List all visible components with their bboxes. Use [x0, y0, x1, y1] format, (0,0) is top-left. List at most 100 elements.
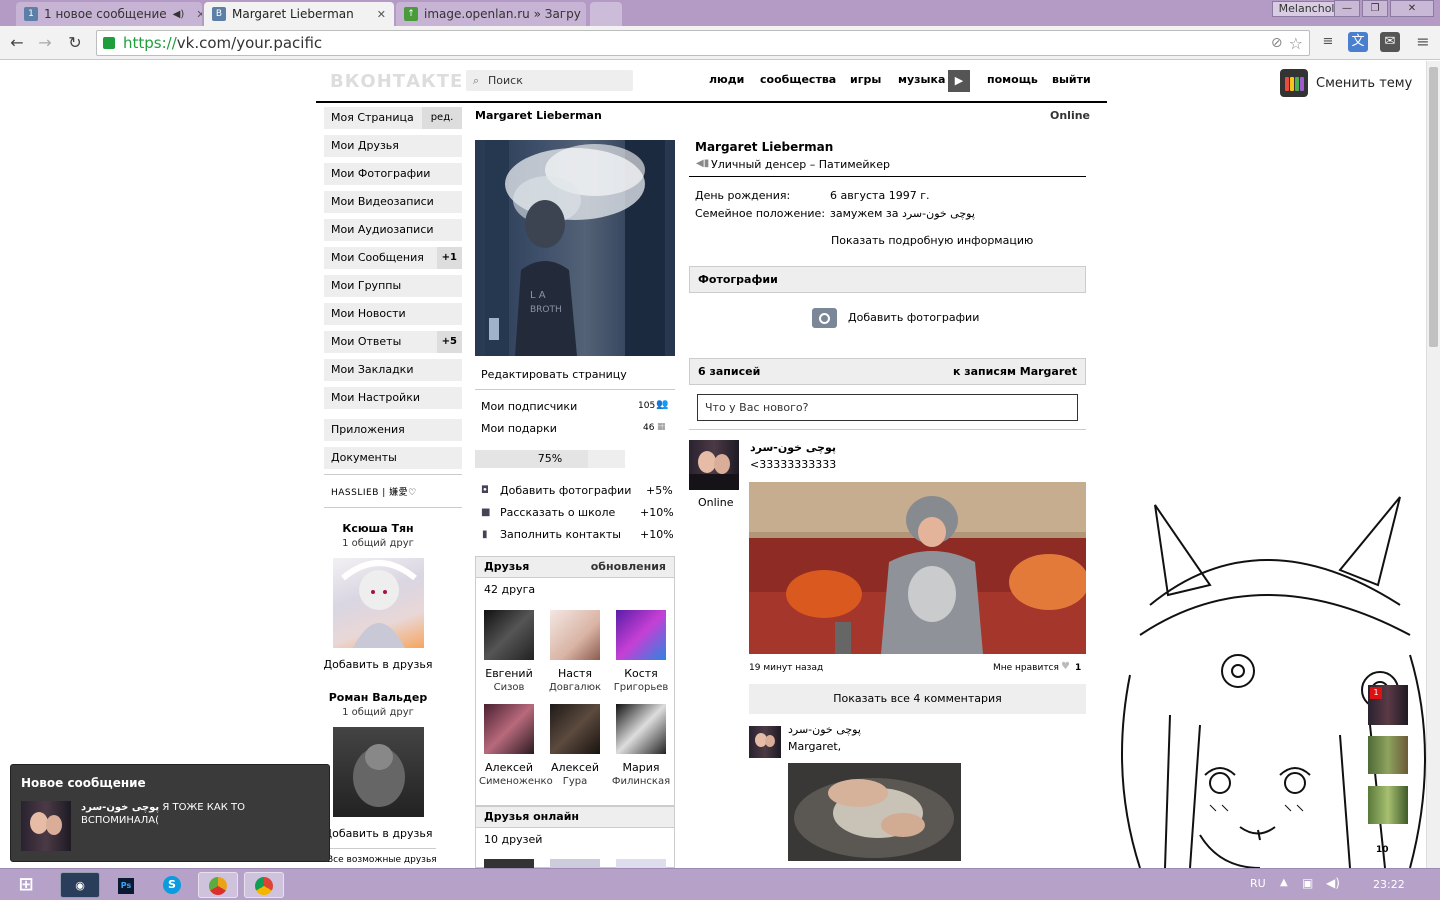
edit-profile-button[interactable]: ред. — [422, 107, 462, 129]
extension-icon[interactable]: ≡ — [1318, 32, 1338, 52]
task-add-photos[interactable]: Добавить фотографии — [500, 484, 631, 497]
toast-avatar[interactable] — [21, 801, 71, 851]
play-icon[interactable]: ▶ — [948, 70, 970, 92]
new-tab-button[interactable] — [590, 2, 622, 26]
left-menu-item[interactable]: Мои Аудиозаписи — [324, 219, 462, 241]
chrome-icon[interactable] — [244, 872, 284, 898]
skype-icon[interactable]: S — [152, 872, 192, 898]
friends-online-header[interactable]: Друзья онлайн — [475, 806, 675, 828]
close-icon[interactable]: ✕ — [196, 8, 202, 21]
tray-arrow-icon[interactable]: ▲ — [1280, 877, 1288, 888]
left-menu-item[interactable]: Мои Друзья — [324, 135, 462, 157]
friend-first-name[interactable]: Костя — [611, 667, 671, 680]
task-school[interactable]: Рассказать о школе — [500, 506, 615, 519]
friend-avatar[interactable] — [616, 704, 666, 754]
photos-title[interactable]: Фотографии — [698, 273, 778, 286]
online-friend-avatar[interactable] — [550, 859, 600, 868]
friend-last-name[interactable]: Гура — [545, 775, 605, 788]
friends-online-title[interactable]: Друзья онлайн — [484, 810, 579, 823]
left-menu-item[interactable]: Мои Новости — [324, 303, 462, 325]
subscribers-link[interactable]: Мои подписчики — [481, 400, 577, 413]
profile-photo[interactable]: L A BROTH — [475, 140, 675, 356]
chat-extension-icon[interactable]: ✉ — [1380, 32, 1400, 52]
left-menu-item[interactable]: Приложения — [324, 419, 462, 441]
friends-online-count[interactable]: 10 друзей — [484, 833, 542, 846]
left-menu-item[interactable]: Мои Сообщения +1 — [324, 247, 462, 269]
search-input[interactable]: ⌕ Поиск — [466, 70, 633, 91]
post-time[interactable]: 19 минут назад — [749, 663, 823, 673]
suggested-mutual[interactable]: 1 общий друг — [323, 707, 433, 718]
friends-updates-link[interactable]: обновления — [591, 557, 666, 577]
suggested-mutual[interactable]: 1 общий друг — [323, 538, 433, 549]
edit-page-link[interactable]: Редактировать страницу — [481, 368, 627, 381]
star-icon[interactable]: ☆ — [1289, 34, 1303, 53]
friend-avatar[interactable] — [616, 610, 666, 660]
chat-avatar[interactable] — [1368, 786, 1408, 824]
tab-profile[interactable]: В Margaret Lieberman ✕ — [204, 2, 394, 26]
toast-author[interactable]: پوچی خون-سرد — [81, 802, 159, 813]
wall-count[interactable]: 6 записей — [698, 365, 760, 378]
tab-openlan[interactable]: ↑ image.openlan.ru » Загру — [396, 2, 586, 26]
add-photos-link[interactable]: Добавить фотографии — [848, 311, 979, 324]
online-friend-avatar[interactable] — [616, 859, 666, 868]
back-icon[interactable]: ← — [6, 32, 28, 54]
page-scrollbar[interactable] — [1426, 61, 1440, 868]
photos-header[interactable]: Фотографии — [689, 266, 1086, 293]
chat-avatar[interactable] — [1368, 736, 1408, 774]
friend-first-name[interactable]: Настя — [545, 667, 605, 680]
left-menu-item[interactable]: Мои Видеозаписи — [324, 191, 462, 213]
friend-avatar[interactable] — [484, 610, 534, 660]
post-author-avatar[interactable] — [689, 440, 739, 490]
nav-communities[interactable]: сообщества — [760, 73, 836, 86]
friends-title[interactable]: Друзья — [484, 560, 529, 573]
scrollbar-thumb[interactable] — [1429, 67, 1438, 347]
nav-people[interactable]: люди — [709, 73, 744, 86]
friend-avatar[interactable] — [484, 704, 534, 754]
tab-messages[interactable]: 1 1 новое сообщение ◀) ✕ — [16, 2, 202, 26]
block-icon[interactable]: ⊘ — [1271, 35, 1283, 51]
show-comments-button[interactable]: Показать все 4 комментария — [749, 684, 1086, 714]
clock[interactable]: 23:22 — [1373, 878, 1405, 891]
maximize-icon[interactable]: ❐ — [1362, 0, 1388, 17]
nav-games[interactable]: игры — [850, 73, 881, 86]
left-menu-item[interactable]: Мои Ответы +5 — [324, 331, 462, 353]
add-friend-link[interactable]: Добавить в друзья — [318, 658, 438, 671]
reload-icon[interactable]: ↻ — [64, 32, 86, 54]
network-icon[interactable]: ▣ — [1302, 876, 1313, 890]
suggested-avatar[interactable] — [333, 727, 424, 817]
friend-last-name[interactable]: Филинская — [611, 775, 671, 788]
heart-icon[interactable]: ♥ — [1061, 661, 1070, 672]
all-possible-friends-link[interactable]: Все возможные друзья — [327, 855, 437, 865]
wall-header[interactable]: 6 записей к записям Margaret — [689, 358, 1086, 385]
nav-logout[interactable]: выйти — [1052, 73, 1091, 86]
hasslieb-label[interactable]: HASSLIEB | 嫌愛♡ — [331, 485, 417, 498]
language-indicator[interactable]: RU — [1250, 877, 1266, 890]
friend-last-name[interactable]: Сизов — [479, 681, 539, 694]
left-menu-item[interactable]: Документы — [324, 447, 462, 469]
friend-first-name[interactable]: Мария — [611, 761, 671, 774]
speaker-icon[interactable]: ◀) — [173, 9, 185, 20]
friend-last-name[interactable]: Сименоженко — [479, 775, 553, 788]
friend-first-name[interactable]: Алексей — [545, 761, 605, 774]
friend-first-name[interactable]: Алексей — [479, 761, 539, 774]
suggested-avatar[interactable] — [333, 558, 424, 648]
progress-bar[interactable]: 75% — [475, 450, 625, 468]
post-photo[interactable] — [749, 482, 1086, 654]
friend-avatar[interactable] — [550, 610, 600, 660]
wall-post-input[interactable]: Что у Вас нового? — [697, 394, 1078, 421]
friend-avatar[interactable] — [550, 704, 600, 754]
suggested-name[interactable]: Ксюша Тян — [323, 522, 433, 535]
left-menu-item[interactable]: Моя Страница ред. — [324, 107, 462, 129]
left-menu-item[interactable]: Мои Группы — [324, 275, 462, 297]
steam-icon[interactable]: ◉ — [60, 872, 100, 898]
online-friend-avatar[interactable] — [484, 859, 534, 868]
volume-icon[interactable]: ◀) — [1326, 876, 1340, 890]
left-menu-item[interactable]: Мои Фотографии — [324, 163, 462, 185]
nav-music[interactable]: музыка — [898, 73, 945, 86]
online-count[interactable]: 10 — [1376, 845, 1389, 855]
suggested-name[interactable]: Роман Вальдер — [323, 691, 433, 704]
left-menu-item[interactable]: Мои Закладки — [324, 359, 462, 381]
friends-header[interactable]: Друзья обновления — [475, 556, 675, 578]
start-icon[interactable]: ⊞ — [6, 872, 46, 898]
nav-help[interactable]: помощь — [987, 73, 1038, 86]
